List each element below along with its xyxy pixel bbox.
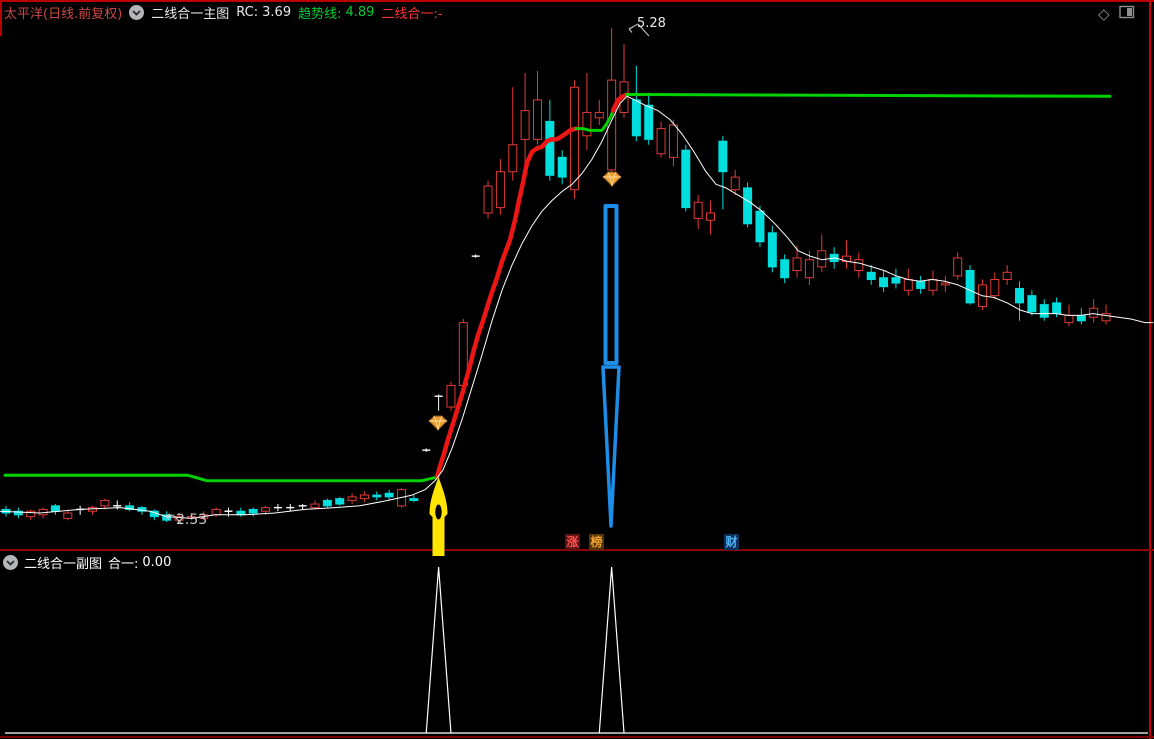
subchart-header: 二线合一副图 合一: 0.00 bbox=[3, 553, 171, 572]
chevron-down-icon[interactable] bbox=[3, 555, 18, 570]
stock-title: 太平洋(日线.前复权) bbox=[4, 7, 123, 22]
heyi-label: 合一: bbox=[108, 557, 139, 572]
sub-indicator-name[interactable]: 二线合一副图 bbox=[24, 553, 102, 572]
candlestick-chart[interactable] bbox=[0, 0, 1154, 739]
trend-label: 趋势线: bbox=[298, 7, 342, 22]
heyi-value: 0.00 bbox=[142, 555, 172, 570]
diamond-icon[interactable]: ◇ bbox=[1098, 6, 1110, 21]
event-badge[interactable]: 涨 bbox=[565, 534, 580, 550]
high-price-label: 5.28 bbox=[637, 16, 666, 31]
chevron-down-icon[interactable] bbox=[129, 5, 145, 20]
trend-value: 4.89 bbox=[345, 5, 375, 20]
rc-value: 3.69 bbox=[262, 5, 292, 20]
event-badge[interactable]: 财 bbox=[724, 534, 739, 550]
window-controls: ◇ bbox=[1098, 4, 1135, 23]
event-badge[interactable]: 榜 bbox=[589, 534, 604, 550]
rc-label: RC: bbox=[236, 5, 259, 20]
low-price-label: 2.53 bbox=[176, 512, 208, 528]
main-chart-header: 太平洋(日线.前复权) 二线合一主图 RC: 3.69 趋势线: 4.89 二线… bbox=[4, 3, 443, 22]
trading-app-window: { "header": { "title": "太平洋(日线.前复权)", "t… bbox=[0, 0, 1154, 739]
panel-layout-icon[interactable] bbox=[1118, 4, 1135, 23]
erxianheyi-value: 二线合一:- bbox=[381, 7, 443, 22]
main-indicator-name[interactable]: 二线合一主图 bbox=[151, 3, 229, 22]
